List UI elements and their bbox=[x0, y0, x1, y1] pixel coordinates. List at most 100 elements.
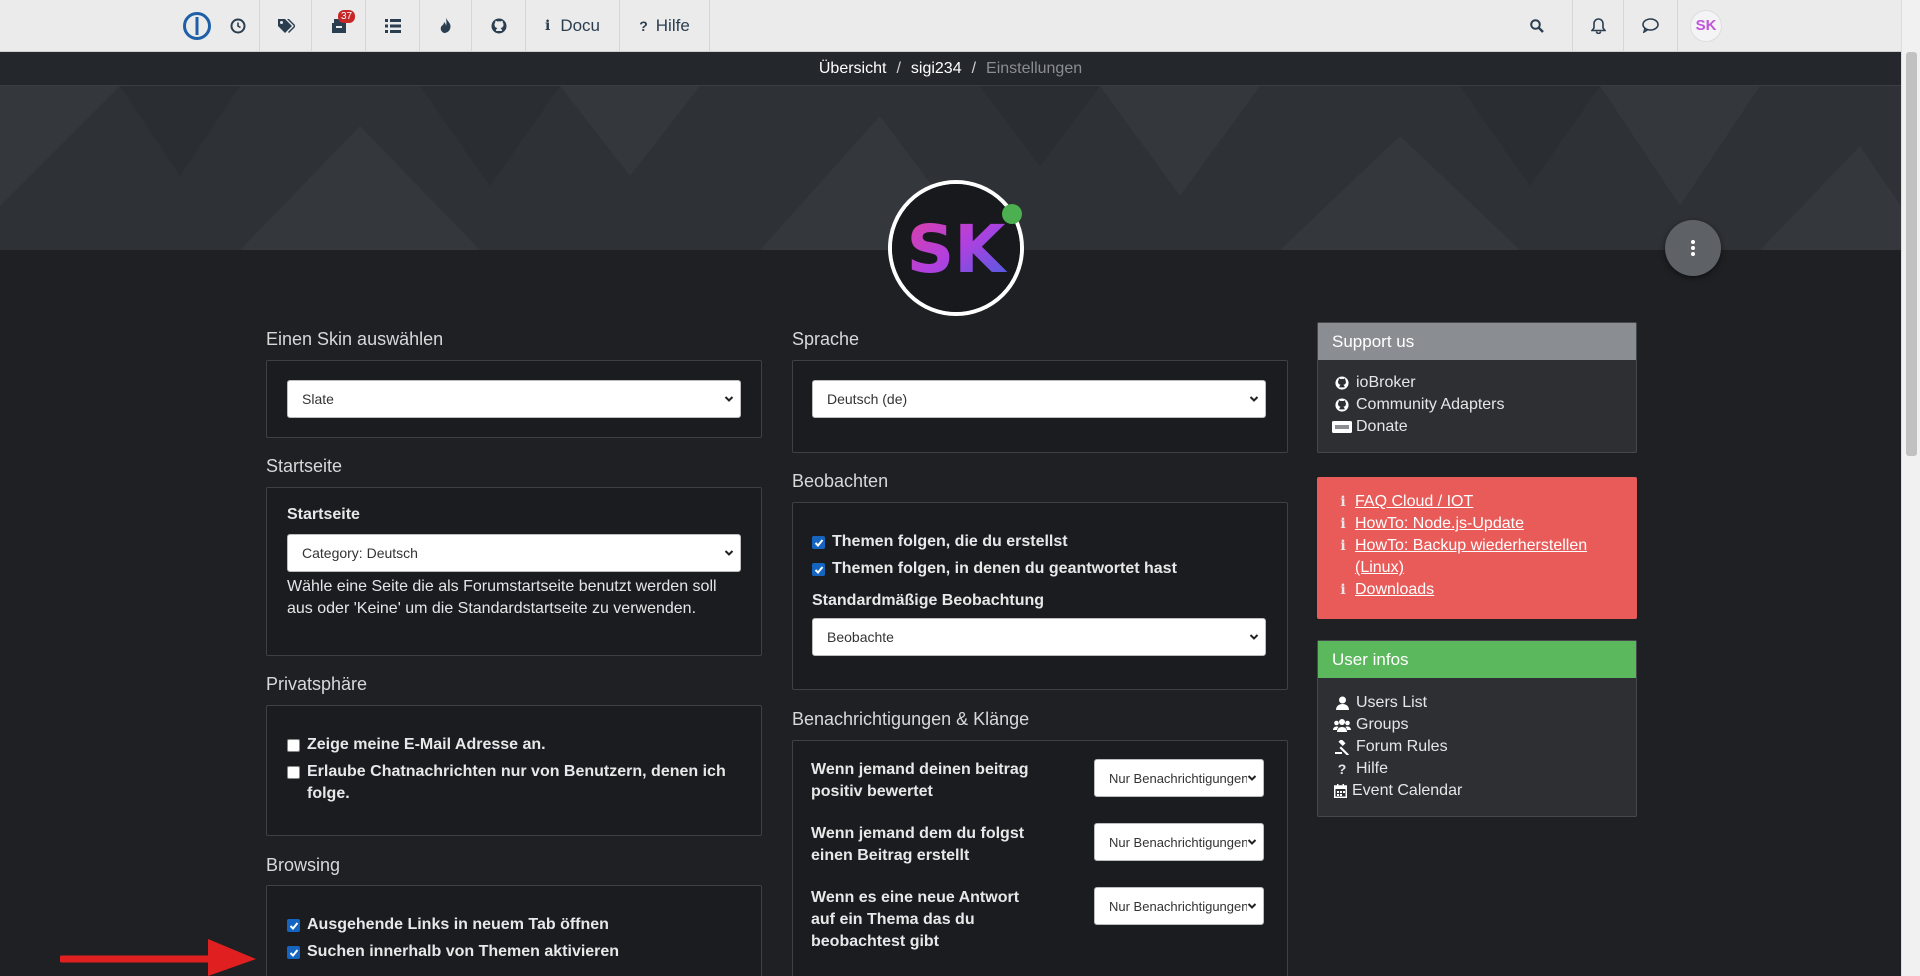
page-scrollbar[interactable] bbox=[1901, 0, 1920, 976]
startseite-select[interactable]: Category: Deutsch bbox=[287, 534, 741, 572]
support-link-donate[interactable]: Donate bbox=[1332, 416, 1622, 438]
checkbox-label: Suchen innerhalb von Themen aktivieren bbox=[307, 943, 620, 960]
support-panel-body: ioBroker Community Adapters Donate bbox=[1318, 360, 1636, 452]
chevron-down-icon bbox=[724, 396, 734, 402]
alert-link-faq-cloud[interactable]: FAQ Cloud / IOT bbox=[1355, 491, 1473, 513]
nav-chats[interactable] bbox=[1624, 0, 1678, 51]
breadcrumb-separator: / bbox=[971, 59, 977, 77]
nav-notifications[interactable] bbox=[1572, 0, 1624, 51]
checkbox[interactable] bbox=[287, 739, 300, 752]
watch-follow-created[interactable]: Themen folgen, die du erstellst bbox=[812, 531, 1272, 553]
userinfo-link-forum-rules[interactable]: Forum Rules bbox=[1332, 736, 1622, 758]
userinfo-link-label: Hilfe bbox=[1356, 760, 1389, 777]
nav-recent[interactable] bbox=[216, 0, 260, 51]
profile-menu-button[interactable] bbox=[1665, 220, 1721, 276]
notif-follow-post-select[interactable]: Nur Benachrichtigungen bbox=[1094, 823, 1264, 861]
nav-logo[interactable] bbox=[178, 0, 216, 51]
nav-categories[interactable] bbox=[366, 0, 420, 51]
alert-link-nodejs-update[interactable]: HowTo: Node.js-Update bbox=[1355, 513, 1524, 535]
notif-watched-reply-label: Wenn es eine neue Antwort auf ein Thema … bbox=[811, 889, 1020, 950]
chevron-down-icon bbox=[1247, 901, 1257, 911]
chat-icon bbox=[1642, 18, 1659, 33]
red-arrow-annotation bbox=[60, 939, 256, 976]
user-avatar-small: SK bbox=[1690, 9, 1722, 42]
support-panel: Support us ioBroker Community Adapters D… bbox=[1317, 322, 1637, 453]
info-icon: i bbox=[1340, 538, 1346, 554]
online-status-dot bbox=[1002, 204, 1022, 224]
question-icon: ? bbox=[639, 17, 648, 34]
support-link-label: Donate bbox=[1356, 418, 1408, 435]
nav-hilfe[interactable]: ? Hilfe bbox=[620, 0, 710, 51]
users-icon bbox=[1333, 719, 1351, 732]
nav-unread[interactable]: 37 bbox=[312, 0, 366, 51]
privacy-section-title: Privatsphäre bbox=[266, 674, 368, 694]
chevron-down-icon bbox=[724, 550, 734, 556]
check-icon bbox=[814, 565, 823, 574]
userinfo-link-event-calendar[interactable]: Event Calendar bbox=[1332, 780, 1622, 802]
checkbox-label: Themen folgen, in denen du geantwortet h… bbox=[832, 560, 1177, 577]
watch-follow-replied[interactable]: Themen folgen, in denen du geantwortet h… bbox=[812, 558, 1272, 580]
support-link-label: Community Adapters bbox=[1356, 396, 1505, 413]
privacy-show-email[interactable]: Zeige meine E-Mail Adresse an. bbox=[287, 734, 747, 756]
watch-default-select[interactable]: Beobachte bbox=[812, 618, 1266, 656]
userinfo-link-users[interactable]: Users List bbox=[1332, 692, 1622, 714]
userinfos-panel-body: Users List Groups Forum Rules ? Hilfe Ev… bbox=[1318, 678, 1636, 816]
notif-follow-post-label: Wenn jemand dem du folgst einen Beitrag … bbox=[811, 825, 1025, 864]
support-link-community-adapters[interactable]: Community Adapters bbox=[1332, 394, 1622, 416]
user-icon bbox=[1335, 696, 1349, 710]
breadcrumb: Übersicht / sigi234 / Einstellungen bbox=[0, 52, 1901, 86]
nav-tags[interactable] bbox=[260, 0, 312, 51]
info-icon: i bbox=[1340, 516, 1346, 532]
userinfo-link-hilfe[interactable]: ? Hilfe bbox=[1332, 758, 1622, 780]
language-select-value: Deutsch (de) bbox=[827, 391, 908, 407]
skin-select[interactable]: Slate bbox=[287, 380, 741, 418]
info-icon: i bbox=[1340, 494, 1346, 510]
checkbox[interactable] bbox=[812, 536, 825, 549]
checkbox[interactable] bbox=[812, 563, 825, 576]
userinfo-link-label: Forum Rules bbox=[1356, 738, 1448, 755]
support-link-iobroker[interactable]: ioBroker bbox=[1332, 372, 1622, 394]
checkbox-label: Zeige meine E-Mail Adresse an. bbox=[307, 736, 546, 753]
list-icon bbox=[384, 18, 401, 33]
checkbox[interactable] bbox=[287, 946, 300, 959]
fire-icon bbox=[440, 17, 451, 33]
notif-watched-reply-select[interactable]: Nur Benachrichtigungen bbox=[1094, 887, 1264, 925]
alert-link-backup-restore[interactable]: HowTo: Backup wiederherstellen (Linux) bbox=[1331, 535, 1623, 579]
checkbox[interactable] bbox=[287, 919, 300, 932]
checkbox[interactable] bbox=[287, 766, 300, 779]
skin-section-title: Einen Skin auswählen bbox=[266, 329, 444, 349]
iobroker-logo-icon bbox=[183, 11, 211, 40]
chevron-down-icon bbox=[1249, 634, 1259, 640]
browsing-open-links-new-tab[interactable]: Ausgehende Links in neuem Tab öffnen bbox=[287, 914, 747, 936]
alert-link-downloads[interactable]: Downloads bbox=[1355, 579, 1434, 601]
nav-user-avatar[interactable]: SK bbox=[1678, 0, 1734, 51]
checkbox-label: Erlaube Chatnachrichten nur von Benutzer… bbox=[307, 763, 726, 802]
checkbox-label: Ausgehende Links in neuem Tab öffnen bbox=[307, 916, 609, 933]
browsing-search-in-topics[interactable]: Suchen innerhalb von Themen aktivieren bbox=[287, 941, 747, 963]
notif-upvote-select[interactable]: Nur Benachrichtigungen bbox=[1094, 759, 1264, 797]
nav-github[interactable] bbox=[472, 0, 526, 51]
ellipsis-vertical-icon bbox=[1691, 240, 1695, 256]
top-navbar: 37 i Docu ? Hilfe SK bbox=[0, 0, 1901, 52]
userinfos-panel: User infos Users List Groups Forum Rules… bbox=[1317, 640, 1637, 817]
check-icon bbox=[289, 921, 298, 930]
info-icon: i bbox=[544, 17, 551, 34]
nav-popular[interactable] bbox=[420, 0, 472, 51]
alerts-panel: i FAQ Cloud / IOT i HowTo: Node.js-Updat… bbox=[1317, 477, 1637, 619]
breadcrumb-user[interactable]: sigi234 bbox=[911, 60, 962, 78]
scrollbar-thumb[interactable] bbox=[1906, 52, 1917, 456]
nav-search[interactable] bbox=[1512, 0, 1562, 51]
tags-icon bbox=[277, 18, 295, 33]
breadcrumb-home[interactable]: Übersicht bbox=[819, 60, 887, 78]
privacy-restrict-chat[interactable]: Erlaube Chatnachrichten nur von Benutzer… bbox=[287, 761, 747, 805]
calendar-icon bbox=[1333, 784, 1347, 798]
notif-select-value: Nur Benachrichtigungen bbox=[1109, 898, 1249, 914]
startseite-label: Startseite bbox=[287, 506, 360, 523]
question-icon: ? bbox=[1337, 761, 1347, 777]
hilfe-label: Hilfe bbox=[655, 15, 690, 35]
support-link-label: ioBroker bbox=[1356, 374, 1416, 391]
profile-avatar[interactable]: SK bbox=[888, 180, 1024, 316]
nav-docu[interactable]: i Docu bbox=[526, 0, 620, 51]
userinfo-link-groups[interactable]: Groups bbox=[1332, 714, 1622, 736]
language-select[interactable]: Deutsch (de) bbox=[812, 380, 1266, 418]
